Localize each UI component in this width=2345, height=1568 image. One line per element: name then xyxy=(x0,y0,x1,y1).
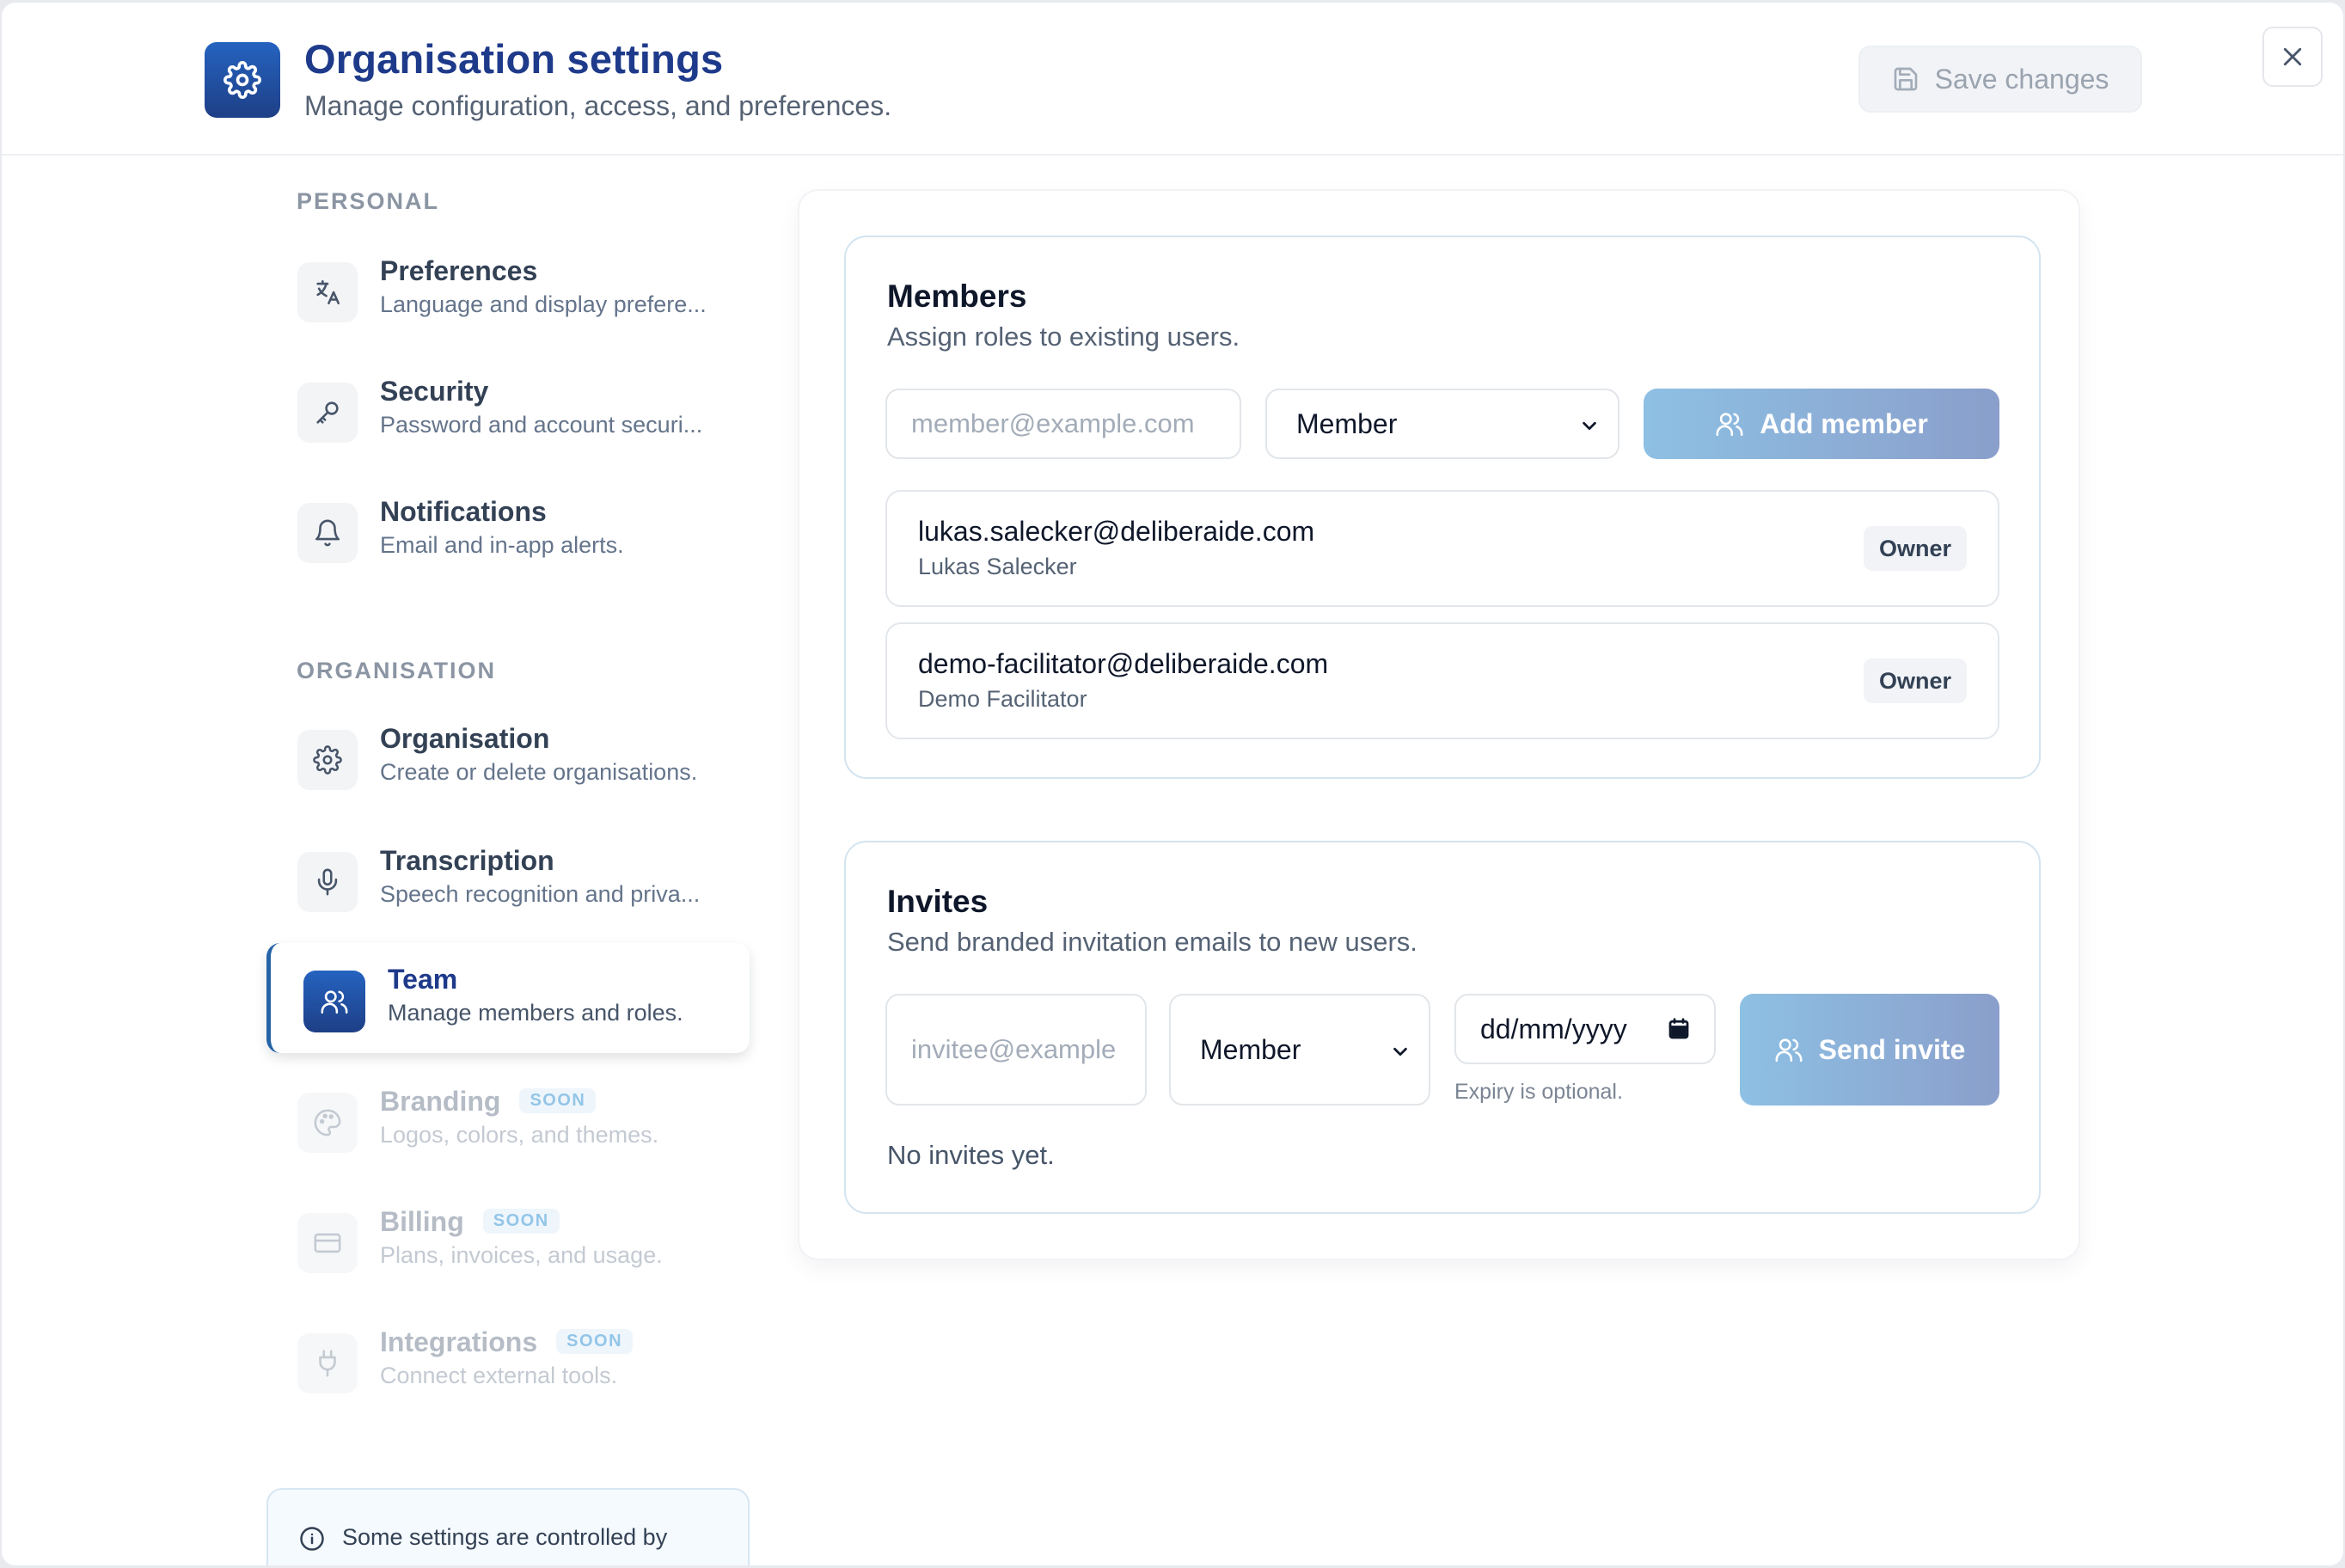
gear-icon xyxy=(297,730,358,790)
page-title: Organisation settings xyxy=(304,36,724,82)
sidebar-item-title: Preferences xyxy=(380,255,538,286)
gear-icon xyxy=(205,42,280,118)
sidebar-item-title: Integrations SOON xyxy=(380,1326,634,1358)
translate-icon xyxy=(297,262,358,322)
invite-role-select[interactable]: Member xyxy=(1169,994,1430,1106)
expiry-date-input[interactable]: dd/mm/yyyy xyxy=(1454,994,1716,1064)
save-changes-button[interactable]: Save changes xyxy=(1858,46,2142,113)
invites-title: Invites xyxy=(887,884,989,919)
member-email: demo-facilitator@deliberaide.com xyxy=(918,648,1329,679)
microphone-icon xyxy=(297,852,358,912)
soon-badge: SOON xyxy=(556,1329,634,1355)
sidebar-item-branding: Branding SOON Logos, colors, and themes. xyxy=(266,1065,750,1175)
invitee-email-input[interactable]: invitee@example xyxy=(885,994,1147,1106)
sidebar-item-desc: Language and display prefere... xyxy=(380,291,707,317)
send-invite-button[interactable]: Send invite xyxy=(1740,994,1999,1106)
users-icon xyxy=(1774,1035,1803,1064)
modal-header: Organisation settings Manage configurati… xyxy=(2,3,2343,156)
invites-card: Invites Send branded invitation emails t… xyxy=(844,841,2041,1214)
soon-badge: SOON xyxy=(482,1209,560,1234)
sidebar-item-title: Security xyxy=(380,376,489,407)
member-name: Demo Facilitator xyxy=(918,686,1087,712)
sidebar-item-integrations: Integrations SOON Connect external tools. xyxy=(266,1306,750,1416)
sidebar-item-desc: Connect external tools. xyxy=(380,1363,618,1388)
soon-badge: SOON xyxy=(519,1088,597,1114)
save-changes-label: Save changes xyxy=(1934,63,2109,95)
member-role-select[interactable]: Member xyxy=(1265,389,1619,459)
info-box: Some settings are controlled by xyxy=(266,1488,750,1565)
member-role-badge: Owner xyxy=(1863,658,1967,703)
users-icon xyxy=(1715,409,1744,438)
member-role-value: Member xyxy=(1296,407,1398,439)
chevron-down-icon xyxy=(1580,416,1599,435)
sidebar-item-desc: Speech recognition and priva... xyxy=(380,881,701,907)
sidebar-item-title: Billing SOON xyxy=(380,1206,560,1238)
plug-icon xyxy=(297,1333,358,1393)
sidebar-item-team[interactable]: Team Manage members and roles. xyxy=(266,943,750,1053)
member-role-badge: Owner xyxy=(1863,526,1967,571)
sidebar-item-desc: Password and account securi... xyxy=(380,412,703,438)
sidebar-item-desc: Email and in-app alerts. xyxy=(380,532,624,558)
close-button[interactable] xyxy=(2262,27,2323,87)
sidebar-item-title: Branding SOON xyxy=(380,1086,597,1118)
section-label-personal: PERSONAL xyxy=(297,188,440,214)
page-subtitle: Manage configuration, access, and prefer… xyxy=(304,90,892,121)
add-member-button[interactable]: Add member xyxy=(1644,389,1999,459)
expiry-hint: Expiry is optional. xyxy=(1454,1080,1623,1104)
info-text: Some settings are controlled by xyxy=(342,1524,668,1550)
send-invite-label: Send invite xyxy=(1818,1033,1966,1065)
members-subtitle: Assign roles to existing users. xyxy=(887,322,1240,352)
users-icon xyxy=(303,971,365,1032)
sidebar-item-billing: Billing SOON Plans, invoices, and usage. xyxy=(266,1185,750,1295)
sidebar-item-desc: Plans, invoices, and usage. xyxy=(380,1242,663,1268)
settings-modal: Organisation settings Manage configurati… xyxy=(2,3,2343,1565)
sidebar-item-title: Transcription xyxy=(380,845,554,876)
sidebar-item-organisation[interactable]: Organisation Create or delete organisati… xyxy=(266,702,750,812)
member-row: demo-facilitator@deliberaide.com Demo Fa… xyxy=(885,622,1999,739)
member-row: lukas.salecker@deliberaide.com Lukas Sal… xyxy=(885,490,1999,607)
bell-icon xyxy=(297,503,358,563)
chevron-down-icon xyxy=(1391,1042,1410,1061)
members-title: Members xyxy=(887,279,1027,314)
save-icon xyxy=(1892,65,1919,93)
main-panel: Members Assign roles to existing users. … xyxy=(798,189,2080,1260)
sidebar-item-desc: Logos, colors, and themes. xyxy=(380,1122,659,1148)
add-member-label: Add member xyxy=(1760,407,1928,439)
sidebar-item-security[interactable]: Security Password and account securi... xyxy=(266,355,750,465)
expiry-date-placeholder: dd/mm/yyyy xyxy=(1480,1013,1627,1044)
member-name: Lukas Salecker xyxy=(918,554,1077,579)
calendar-icon[interactable] xyxy=(1666,1016,1692,1042)
close-icon xyxy=(2280,44,2305,70)
section-label-organisation: ORGANISATION xyxy=(297,658,496,683)
member-email-input[interactable]: member@example.com xyxy=(885,389,1241,459)
sidebar-item-desc: Create or delete organisations. xyxy=(380,759,698,785)
invite-role-value: Member xyxy=(1200,1033,1301,1065)
invites-empty-text: No invites yet. xyxy=(887,1140,1055,1170)
sidebar-item-desc: Manage members and roles. xyxy=(388,1000,683,1026)
palette-icon xyxy=(297,1093,358,1153)
invites-subtitle: Send branded invitation emails to new us… xyxy=(887,927,1417,957)
info-icon xyxy=(299,1526,325,1552)
key-icon xyxy=(297,383,358,443)
sidebar-item-title: Notifications xyxy=(380,496,547,527)
sidebar-item-preferences[interactable]: Preferences Language and display prefere… xyxy=(266,235,750,345)
credit-card-icon xyxy=(297,1213,358,1273)
sidebar-item-notifications[interactable]: Notifications Email and in-app alerts. xyxy=(266,475,750,585)
members-card: Members Assign roles to existing users. … xyxy=(844,236,2041,779)
sidebar-item-title: Organisation xyxy=(380,723,550,754)
member-email: lukas.salecker@deliberaide.com xyxy=(918,516,1315,547)
sidebar-item-title: Team xyxy=(388,964,458,995)
sidebar-item-transcription[interactable]: Transcription Speech recognition and pri… xyxy=(266,824,750,934)
